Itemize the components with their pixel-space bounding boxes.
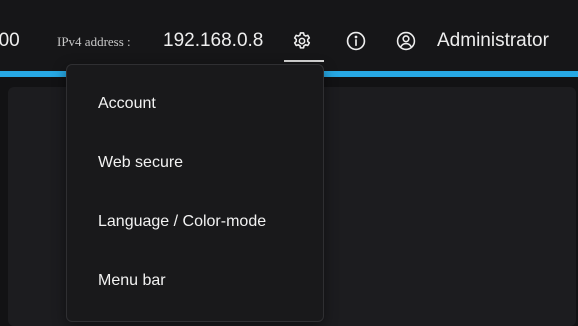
clipped-header-value: 000	[0, 30, 20, 51]
top-bar: 000 IPv4 address : 192.168.0.8 Adm	[0, 0, 578, 72]
settings-button[interactable]	[290, 29, 314, 53]
ip-address-value: 192.168.0.8	[163, 30, 264, 51]
app-root: 000 IPv4 address : 192.168.0.8 Adm	[0, 0, 578, 326]
info-icon	[346, 31, 366, 51]
settings-dropdown-menu: Account Web secure Language / Color-mode…	[66, 64, 324, 322]
menu-item-language-color-mode[interactable]: Language / Color-mode	[98, 210, 266, 234]
info-button[interactable]	[344, 29, 368, 53]
gear-icon	[293, 32, 311, 49]
user-name: Administrator	[437, 30, 549, 51]
menu-item-account[interactable]: Account	[98, 92, 156, 116]
user-button[interactable]	[394, 29, 418, 53]
ip-address-label: IPv4 address :	[57, 34, 131, 49]
menu-item-web-secure[interactable]: Web secure	[98, 151, 183, 175]
menu-item-menu-bar[interactable]: Menu bar	[98, 269, 166, 293]
user-icon	[396, 31, 416, 51]
settings-active-indicator	[284, 60, 324, 62]
